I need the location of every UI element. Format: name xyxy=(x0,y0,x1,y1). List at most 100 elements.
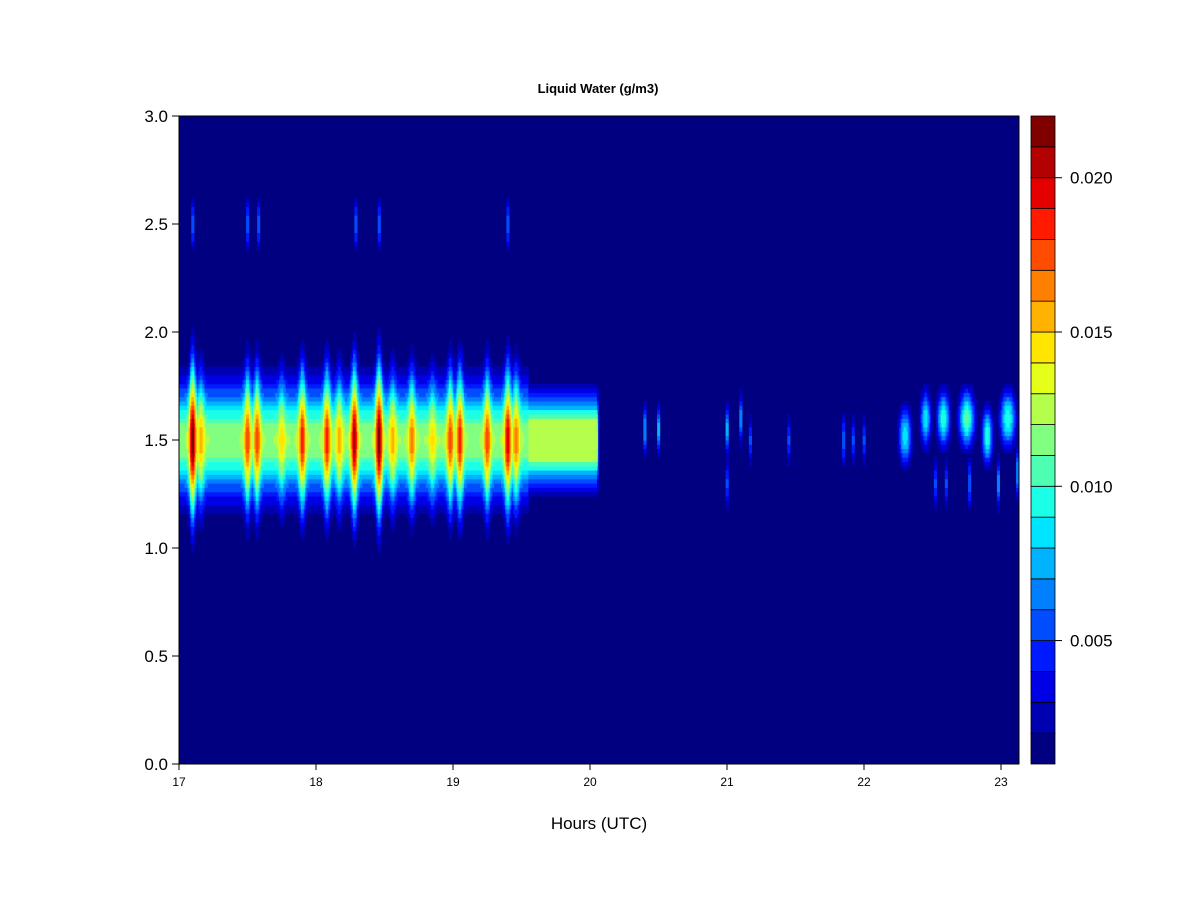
heatmap-cell xyxy=(991,453,994,458)
heatmap-cell xyxy=(996,478,1000,484)
heatmap-cell xyxy=(280,414,284,419)
heatmap-cell xyxy=(332,409,336,415)
heatmap-cell xyxy=(513,509,520,514)
heatmap-cell xyxy=(424,440,429,445)
heatmap-cell xyxy=(973,396,977,402)
heatmap-cell xyxy=(199,414,203,419)
heatmap-cell xyxy=(485,461,489,467)
heatmap-cell xyxy=(992,435,995,441)
heatmap-cell xyxy=(359,487,374,493)
heatmap-cell xyxy=(416,422,429,428)
chart-title: Liquid Water (g/m3) xyxy=(538,81,659,96)
heatmap-cell xyxy=(377,539,381,545)
heatmap-cell xyxy=(528,461,598,467)
heatmap-cell xyxy=(410,383,414,389)
heatmap-cell xyxy=(377,496,381,501)
heatmap-cell xyxy=(337,379,341,385)
heatmap-cell xyxy=(598,414,600,419)
heatmap-cell xyxy=(1006,409,1010,415)
heatmap-cell xyxy=(300,526,304,532)
heatmap-cell xyxy=(306,440,311,445)
heatmap-cell xyxy=(910,418,914,424)
heatmap-cell xyxy=(429,465,436,471)
heatmap-cell xyxy=(924,418,928,424)
heatmap-cell xyxy=(179,465,188,471)
heatmap-cell xyxy=(416,444,420,449)
heatmap-cell xyxy=(921,388,925,393)
heatmap-cell xyxy=(439,414,444,419)
heatmap-cell xyxy=(255,422,259,428)
heatmap-cell xyxy=(431,500,435,506)
heatmap-cell xyxy=(246,444,250,449)
heatmap-cell xyxy=(418,483,427,488)
heatmap-cell xyxy=(333,401,337,406)
heatmap-cell xyxy=(787,418,791,424)
heatmap-cell xyxy=(353,444,357,449)
heatmap-cell xyxy=(246,491,250,497)
heatmap-cell xyxy=(862,435,866,441)
heatmap-cell xyxy=(358,509,376,514)
heatmap-cell xyxy=(191,448,195,454)
heatmap-cell xyxy=(975,405,977,411)
heatmap-cell xyxy=(509,526,511,532)
heatmap-cell xyxy=(501,444,505,449)
heatmap-cell xyxy=(331,440,336,445)
heatmap-cell xyxy=(485,504,489,510)
heatmap-cell xyxy=(528,487,598,493)
heatmap-cell xyxy=(1012,444,1016,449)
heatmap-cell xyxy=(924,401,928,406)
heatmap-cell xyxy=(725,465,729,471)
heatmap-cell xyxy=(332,491,336,497)
heatmap-cell xyxy=(528,448,598,454)
heatmap-cell xyxy=(209,440,240,445)
heatmap-cell xyxy=(485,500,489,506)
heatmap-cell xyxy=(285,457,298,462)
heatmap-cell xyxy=(246,379,250,385)
heatmap-cell xyxy=(458,448,462,454)
heatmap-cell xyxy=(279,409,285,415)
heatmap-cell xyxy=(521,457,529,462)
heatmap-cell xyxy=(902,409,909,415)
heatmap-cell xyxy=(924,422,928,428)
heatmap-cell xyxy=(416,383,429,389)
heatmap-cell xyxy=(203,496,207,501)
heatmap-cell xyxy=(933,457,937,462)
heatmap-cell xyxy=(353,535,357,540)
heatmap-cell xyxy=(431,427,435,432)
heatmap-cell xyxy=(255,496,259,501)
heatmap-cell xyxy=(343,405,350,411)
heatmap-cell xyxy=(787,457,791,462)
heatmap-cell xyxy=(920,440,924,445)
heatmap-cell xyxy=(337,414,341,419)
heatmap-cell xyxy=(205,453,244,458)
heatmap-cell xyxy=(306,483,310,488)
heatmap-cell xyxy=(410,500,414,506)
heatmap-cell xyxy=(344,496,350,501)
heatmap-cell xyxy=(332,504,336,510)
heatmap-cell xyxy=(448,440,452,445)
heatmap-cell xyxy=(465,453,484,458)
heatmap-cell xyxy=(261,453,278,458)
heatmap-cell xyxy=(255,487,259,493)
heatmap-cell xyxy=(862,414,866,419)
heatmap-cell xyxy=(458,509,462,514)
heatmap-cell xyxy=(262,427,279,432)
heatmap-cell xyxy=(492,478,502,484)
heatmap-cell xyxy=(862,427,866,432)
heatmap-cell xyxy=(985,418,989,424)
heatmap-cell xyxy=(355,530,358,536)
heatmap-cell xyxy=(331,500,336,506)
heatmap-cell xyxy=(384,465,389,471)
heatmap-cell xyxy=(1003,396,1007,402)
heatmap-cell xyxy=(465,491,483,497)
heatmap-cell xyxy=(279,422,285,428)
heatmap-cell xyxy=(380,539,383,545)
heatmap-cell xyxy=(492,491,503,497)
heatmap-cell xyxy=(410,422,414,428)
heatmap-cell xyxy=(435,483,440,488)
heatmap-cell xyxy=(510,522,513,527)
heatmap-cell xyxy=(343,383,350,389)
heatmap-cell xyxy=(506,483,510,488)
heatmap-cell xyxy=(359,401,374,406)
heatmap-cell xyxy=(309,431,321,437)
